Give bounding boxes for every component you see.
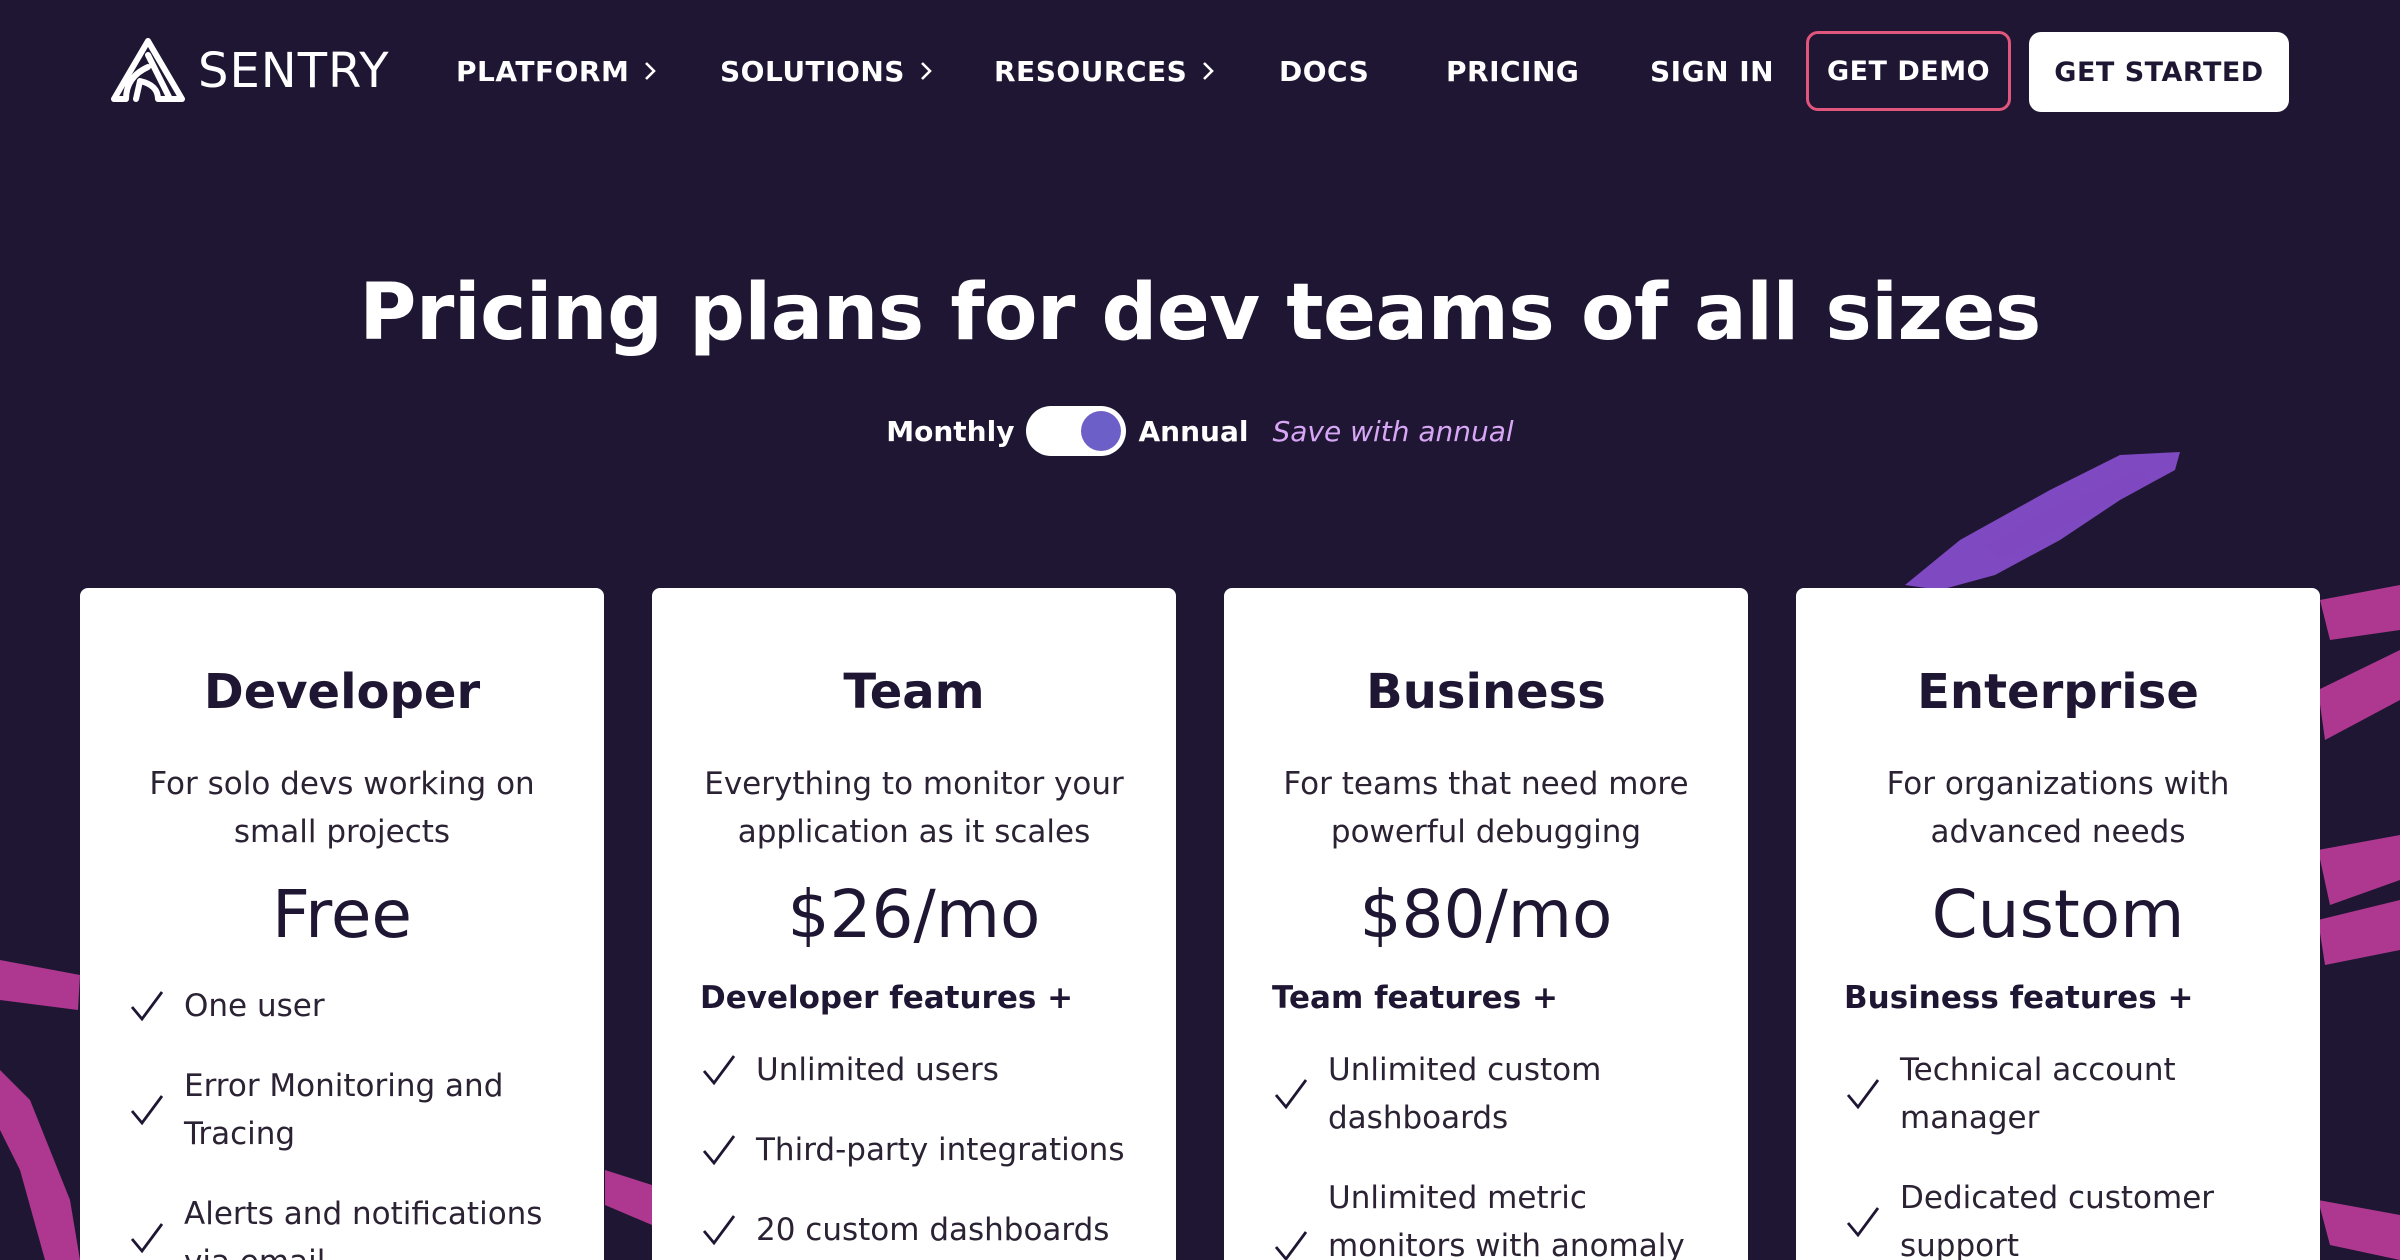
nav-pricing-label: PRICING bbox=[1446, 54, 1580, 88]
nav-pricing[interactable]: PRICING bbox=[1446, 50, 1579, 92]
save-with-annual-note: Save with annual bbox=[1272, 414, 1514, 448]
plan-feature-text: Error Monitoring and Tracing bbox=[184, 1068, 504, 1152]
plan-feature: One user bbox=[128, 982, 568, 1030]
plan-feature-text: Alerts and notifications via email bbox=[184, 1196, 543, 1260]
plan-feature-text: Unlimited users bbox=[756, 1052, 999, 1088]
plan-name: Team bbox=[843, 664, 985, 720]
plan-feature: Dedicated customer support bbox=[1844, 1174, 2284, 1260]
plan-name: Developer bbox=[203, 664, 481, 720]
plan-includes: Team features + bbox=[1272, 980, 1558, 1016]
plan-name: Enterprise bbox=[1917, 664, 2199, 720]
brand-name: SENTRY bbox=[198, 43, 390, 99]
plan-name: Business bbox=[1366, 664, 1606, 720]
nav-docs-label: DOCS bbox=[1279, 54, 1370, 88]
get-demo-button[interactable]: GET DEMO bbox=[1806, 31, 2011, 111]
get-started-button[interactable]: GET STARTED bbox=[2029, 32, 2289, 112]
check-icon bbox=[130, 1095, 164, 1126]
plan-description: For teams that need more powerful debugg… bbox=[1283, 766, 1689, 850]
plan-feature-text: Dedicated customer support bbox=[1900, 1180, 2215, 1260]
billing-period-toggle[interactable] bbox=[1026, 406, 1127, 456]
plan-description: For organizations with advanced needs bbox=[1886, 766, 2230, 850]
plan-feature-text: Unlimited custom dashboards bbox=[1328, 1052, 1602, 1136]
pricing-page: SENTRY PLATFORM SOLUTIONS RESOURCES DOCS… bbox=[0, 0, 2400, 1260]
plan-feature: 20 custom dashboards bbox=[700, 1206, 1140, 1254]
nav-resources-label: RESOURCES bbox=[994, 54, 1188, 88]
billing-toggle-row: Monthly Annual Save with annual bbox=[0, 406, 2400, 456]
check-icon bbox=[1274, 1079, 1308, 1110]
plan-includes: Business features + bbox=[1844, 980, 2194, 1016]
chevron-right-icon bbox=[1203, 62, 1215, 80]
plan-price: $80/mo bbox=[1359, 876, 1613, 953]
plan-feature: Unlimited metric monitors with anomaly d… bbox=[1272, 1174, 1712, 1260]
plan-description: Everything to monitor your application a… bbox=[704, 766, 1124, 850]
toggle-knob bbox=[1081, 411, 1122, 451]
plan-price: $26/mo bbox=[787, 876, 1041, 953]
sentry-logo-icon bbox=[111, 38, 185, 102]
plan-card-business: Business For teams that need more powerf… bbox=[1224, 588, 1748, 1260]
plan-feature: Third-party integrations bbox=[700, 1126, 1140, 1174]
plan-card-developer: Developer For solo devs working on small… bbox=[80, 588, 604, 1260]
plan-feature: Unlimited custom dashboards bbox=[1272, 1046, 1712, 1142]
check-icon bbox=[1846, 1079, 1880, 1110]
billing-annual-label[interactable]: Annual bbox=[1138, 415, 1248, 448]
nav-docs[interactable]: DOCS bbox=[1279, 50, 1369, 92]
top-navigation: SENTRY PLATFORM SOLUTIONS RESOURCES DOCS… bbox=[0, 0, 2400, 140]
nav-resources[interactable]: RESOURCES bbox=[994, 50, 1215, 92]
plan-feature: Error Monitoring and Tracing bbox=[128, 1062, 568, 1158]
nav-sign-in-label: SIGN IN bbox=[1650, 54, 1775, 88]
plan-feature-text: Unlimited metric monitors with anomaly d… bbox=[1328, 1180, 1685, 1260]
check-icon bbox=[702, 1055, 736, 1086]
nav-solutions[interactable]: SOLUTIONS bbox=[720, 50, 933, 92]
check-icon bbox=[702, 1135, 736, 1166]
nav-solutions-label: SOLUTIONS bbox=[720, 54, 905, 88]
plan-feature: Alerts and notifications via email bbox=[128, 1190, 568, 1260]
plan-feature-text: One user bbox=[184, 988, 325, 1024]
check-icon bbox=[702, 1215, 736, 1246]
plan-includes: Developer features + bbox=[700, 980, 1074, 1016]
nav-platform-label: PLATFORM bbox=[456, 54, 630, 88]
plan-description: For solo devs working on small projects bbox=[149, 766, 535, 850]
nav-platform[interactable]: PLATFORM bbox=[456, 50, 657, 92]
billing-monthly-label[interactable]: Monthly bbox=[886, 415, 1014, 448]
chevron-right-icon bbox=[921, 62, 932, 80]
plan-feature-text: Third-party integrations bbox=[756, 1132, 1125, 1168]
plan-card-enterprise: Enterprise For organizations with advanc… bbox=[1796, 588, 2320, 1260]
page-title: Pricing plans for dev teams of all sizes bbox=[359, 268, 2041, 358]
plan-card-team: Team Everything to monitor your applicat… bbox=[652, 588, 1176, 1260]
plan-feature: Technical account manager bbox=[1844, 1046, 2284, 1142]
check-icon bbox=[1846, 1207, 1880, 1238]
chevron-right-icon bbox=[645, 62, 657, 80]
plan-feature: Unlimited users bbox=[700, 1046, 1140, 1094]
plan-feature-text: Technical account manager bbox=[1900, 1052, 2176, 1136]
check-icon bbox=[130, 1223, 164, 1254]
nav-sign-in[interactable]: SIGN IN bbox=[1650, 50, 1774, 92]
sentry-logo[interactable]: SENTRY bbox=[110, 36, 390, 106]
check-icon bbox=[1274, 1231, 1308, 1260]
plan-feature-text: 20 custom dashboards bbox=[756, 1212, 1110, 1248]
plan-price: Custom bbox=[1931, 876, 2185, 953]
plan-price: Free bbox=[271, 876, 413, 953]
check-icon bbox=[130, 991, 164, 1022]
